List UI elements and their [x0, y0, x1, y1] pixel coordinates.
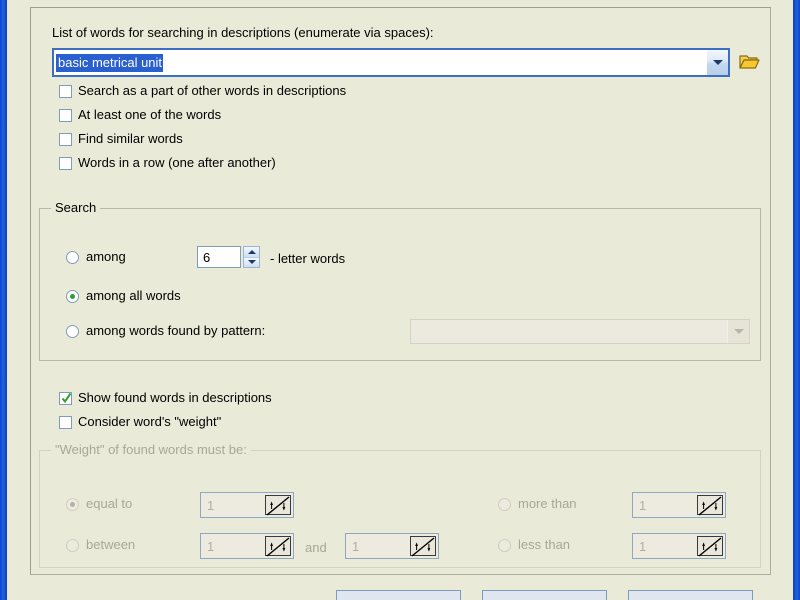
radio-row-more-than: more than	[498, 496, 577, 512]
radio-among-pattern[interactable]	[66, 324, 79, 338]
less-than-spin-buttons	[697, 536, 723, 557]
radio-more-than	[498, 497, 511, 511]
letter-count-decrement-button[interactable]	[244, 256, 259, 267]
arrow-up-icon	[247, 249, 256, 254]
search-words-value: basic metrical unit	[56, 53, 164, 72]
open-folder-icon[interactable]	[738, 52, 760, 72]
letter-count-increment-button[interactable]	[244, 247, 259, 257]
radio-row-among-all-words[interactable]: among all words	[66, 288, 181, 304]
search-words-dropdown-button[interactable]	[706, 50, 728, 75]
radio-label-among-all-words: among all words	[86, 288, 181, 303]
radio-label-less-than: less than	[518, 537, 571, 552]
up-down-arrows-icon	[266, 537, 290, 557]
radio-row-equal-to: equal to	[66, 496, 132, 512]
checkbox-search-as-part[interactable]	[59, 84, 72, 98]
checkbox-find-similar[interactable]	[59, 132, 72, 146]
weight-group-legend: "Weight" of found words must be:	[51, 442, 251, 458]
radio-row-between: between	[66, 537, 135, 553]
checkbox-at-least-one[interactable]	[59, 108, 72, 122]
checkbox-label-find-similar: Find similar words	[78, 131, 183, 146]
checkbox-row-at-least-one[interactable]: At least one of the words	[59, 107, 221, 123]
checkmark-icon	[61, 392, 72, 403]
search-group-legend: Search	[51, 200, 101, 216]
radio-among-n-letter[interactable]	[66, 250, 79, 264]
window-border-left	[0, 0, 7, 600]
checkbox-label-consider-weight: Consider word's "weight"	[78, 414, 222, 429]
more-than-stepper: 1	[632, 492, 726, 518]
search-group: Search among 6 - letter words among all …	[39, 200, 761, 361]
arrow-down-icon	[247, 260, 256, 265]
less-than-input: 1	[639, 538, 647, 554]
more-than-input: 1	[639, 497, 647, 513]
between-max-spin-buttons	[410, 536, 436, 557]
radio-less-than	[498, 538, 511, 552]
pattern-input	[411, 320, 727, 343]
checkbox-consider-weight[interactable]	[59, 415, 72, 429]
up-down-arrows-icon	[266, 496, 290, 516]
equal-to-stepper: 1	[200, 492, 294, 518]
dialog-client-area: List of words for searching in descripti…	[7, 0, 793, 600]
dialog-button-2[interactable]	[482, 590, 607, 600]
checkbox-row-show-found-words[interactable]: Show found words in descriptions	[59, 390, 272, 406]
checkbox-label-words-in-a-row: Words in a row (one after another)	[78, 155, 276, 170]
checkbox-row-words-in-a-row[interactable]: Words in a row (one after another)	[59, 155, 276, 171]
chevron-down-icon	[712, 60, 723, 65]
equal-to-input: 1	[207, 497, 215, 513]
checkbox-label-search-as-part: Search as a part of other words in descr…	[78, 83, 347, 98]
radio-row-among-pattern[interactable]: among words found by pattern:	[66, 323, 265, 339]
radio-label-among-n-letter: among	[86, 249, 126, 264]
checkbox-words-in-a-row[interactable]	[59, 156, 72, 170]
checkbox-row-consider-weight[interactable]: Consider word's "weight"	[59, 414, 221, 430]
radio-equal-to	[66, 497, 79, 511]
between-min-input: 1	[207, 538, 215, 554]
between-max-input: 1	[352, 538, 360, 554]
radio-among-all-words[interactable]	[66, 289, 79, 303]
less-than-stepper: 1	[632, 533, 726, 559]
more-than-spin-buttons	[697, 495, 723, 516]
checkbox-label-at-least-one: At least one of the words	[78, 107, 222, 122]
pattern-combobox	[410, 319, 750, 344]
dialog-button-1[interactable]	[336, 590, 461, 600]
checkbox-label-show-found-words: Show found words in descriptions	[78, 390, 272, 405]
search-words-input[interactable]: basic metrical unit	[54, 50, 706, 75]
search-words-combobox[interactable]: basic metrical unit	[52, 48, 730, 77]
equal-to-spin-buttons	[265, 495, 291, 516]
between-min-stepper: 1	[200, 533, 294, 559]
letter-words-suffix-label: - letter words	[270, 251, 346, 266]
window-border-right	[793, 0, 800, 600]
radio-row-among-n-letter[interactable]: among	[66, 249, 126, 265]
search-options-panel: List of words for searching in descripti…	[30, 7, 771, 575]
pattern-dropdown-button	[727, 320, 749, 343]
radio-label-among-pattern: among words found by pattern:	[86, 323, 266, 338]
checkbox-row-find-similar[interactable]: Find similar words	[59, 131, 183, 147]
words-list-label: List of words for searching in descripti…	[52, 25, 434, 40]
up-down-arrows-icon	[411, 537, 435, 557]
radio-selected-dot	[70, 293, 75, 299]
dialog-button-3[interactable]	[628, 590, 753, 600]
between-min-spin-buttons	[265, 536, 291, 557]
chevron-down-icon	[733, 329, 744, 334]
radio-label-between: between	[86, 537, 136, 552]
letter-count-input[interactable]: 6	[197, 246, 241, 268]
letter-count-spin-buttons[interactable]	[243, 246, 260, 268]
radio-row-less-than: less than	[498, 537, 570, 553]
between-and-label: and	[305, 540, 327, 555]
letter-count-stepper[interactable]: 6	[197, 246, 260, 268]
checkbox-show-found-words[interactable]	[59, 391, 72, 405]
up-down-arrows-icon	[698, 496, 722, 516]
weight-group: "Weight" of found words must be: equal t…	[39, 442, 761, 568]
radio-label-equal-to: equal to	[86, 496, 133, 511]
up-down-arrows-icon	[698, 537, 722, 557]
between-max-stepper: 1	[345, 533, 439, 559]
radio-between	[66, 538, 79, 552]
radio-label-more-than: more than	[518, 496, 577, 511]
checkbox-row-search-as-part[interactable]: Search as a part of other words in descr…	[59, 83, 346, 99]
radio-selected-dot	[70, 501, 75, 507]
